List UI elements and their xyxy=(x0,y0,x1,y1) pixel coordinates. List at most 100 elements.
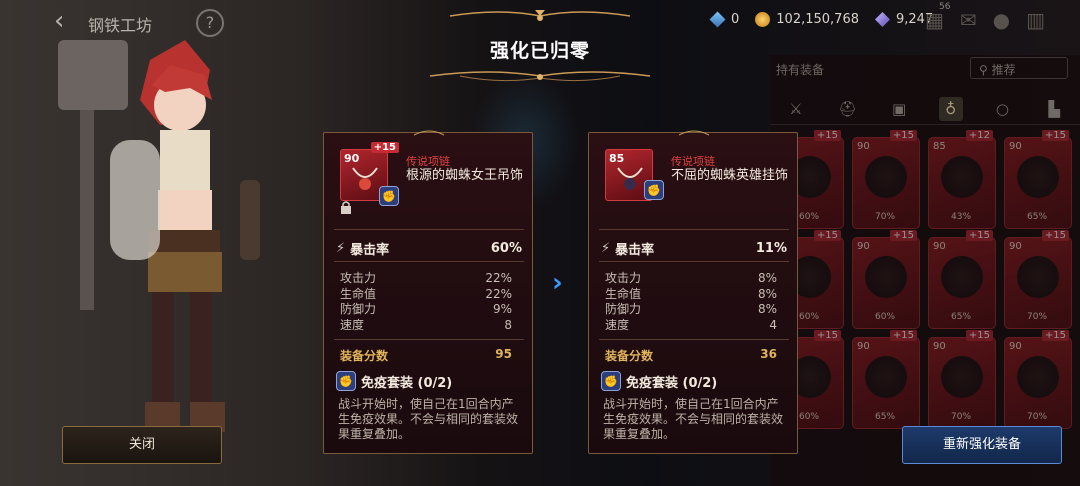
substat-value: 4 xyxy=(769,317,777,332)
substat-label: 生命值 xyxy=(340,286,377,301)
inventory-item-card[interactable]: 90 +15 70% xyxy=(852,130,920,229)
score-label: 装备分数 xyxy=(605,349,654,363)
set-effect: ✊ 免疫套装 (0/2) xyxy=(336,371,452,391)
panel-ornament xyxy=(414,130,444,136)
help-button[interactable]: ? xyxy=(196,9,224,37)
item-icon xyxy=(941,356,983,398)
set-effect: ✊ 免疫套装 (0/2) xyxy=(601,371,717,391)
mail-icon[interactable]: ✉ xyxy=(960,8,977,32)
boots-icon: ▙ xyxy=(1048,99,1060,118)
inventory-bag-icon[interactable]: ▦ 56 xyxy=(925,2,950,32)
title-ornament-bottom xyxy=(429,71,651,82)
substats-list: 攻击力 8% 生命值 8% 防御力 8% 速度 4 xyxy=(605,271,777,333)
tab-armor[interactable]: ▣ xyxy=(887,97,911,121)
enhance-badge: +15 xyxy=(889,330,917,341)
back-arrow-icon[interactable]: ‹ xyxy=(54,8,64,34)
page-title[interactable]: 钢铁工坊 xyxy=(88,12,152,36)
item-icon xyxy=(865,356,907,398)
filter-dropdown[interactable]: ⚲ 推荐 xyxy=(970,57,1068,79)
armor-icon: ▣ xyxy=(892,99,907,118)
enhance-badge: +15 xyxy=(1041,230,1069,241)
item-stat: 65% xyxy=(951,312,972,322)
inventory-item-card[interactable]: 90 +15 70% xyxy=(928,330,996,429)
tab-weapon[interactable]: ⚔ xyxy=(784,97,808,121)
set-description: 战斗开始时，使自己在1回合内产生免疫效果。不会与相同的套装效果重复叠加。 xyxy=(338,397,519,441)
substat-row: 攻击力 8% xyxy=(605,271,777,287)
inventory-item-card[interactable]: 90 +15 70% xyxy=(1004,230,1072,329)
substat-row: 生命值 8% xyxy=(605,287,777,303)
set-description: 战斗开始时，使自己在1回合内产生免疫效果。不会与相同的套装效果重复叠加。 xyxy=(603,397,784,441)
item-icon xyxy=(865,256,907,298)
necklace-icon xyxy=(617,167,643,190)
substat-value: 8% xyxy=(757,271,777,285)
ring-icon: ○ xyxy=(995,99,1009,118)
tab-helmet[interactable]: ⛑ xyxy=(835,97,859,121)
divider xyxy=(599,261,789,262)
main-stat: ⚡ 暴击率 11% xyxy=(601,239,787,258)
main-stat-value: 60% xyxy=(490,241,522,256)
crit-rate-icon: ⚡ xyxy=(601,241,611,256)
helmet-icon: ⛑ xyxy=(837,99,857,118)
item-level: 90 xyxy=(933,241,946,252)
divider xyxy=(334,261,524,262)
inventory-panel: 持有装备 ⚲ 推荐 ⚔ ⛑ ▣ ♁ ○ ▙ +15 60% 90 +15 70% 85 +1… xyxy=(770,55,1080,486)
item-level: 90 xyxy=(857,141,870,152)
chat-icon[interactable]: ● xyxy=(993,8,1010,32)
inventory-item-card[interactable]: 90 +15 65% xyxy=(928,230,996,329)
item-name: 根源的蜘蛛女王吊饰 xyxy=(406,168,524,183)
immunity-set-icon: ✊ xyxy=(379,186,399,206)
gem-count: 0 xyxy=(731,12,740,27)
inventory-item-card[interactable]: 90 +15 65% xyxy=(1004,130,1072,229)
score-value: 36 xyxy=(760,347,777,361)
substat-value: 8% xyxy=(757,302,777,316)
item-name: 不屈的蜘蛛英雄挂饰 xyxy=(671,168,789,183)
immunity-set-icon: ✊ xyxy=(601,371,621,391)
item-stat: 60% xyxy=(875,312,896,322)
substat-row: 攻击力 22% xyxy=(340,271,512,287)
item-stat: 65% xyxy=(1027,212,1048,222)
substat-label: 速度 xyxy=(605,317,630,332)
after-item-thumbnail: 85 ✊ xyxy=(605,149,664,201)
item-stat: 60% xyxy=(799,212,820,222)
item-level: 90 xyxy=(1009,141,1022,152)
substat-row: 防御力 8% xyxy=(605,302,777,318)
substat-row: 速度 4 xyxy=(605,318,777,334)
item-stat: 60% xyxy=(799,412,820,422)
inventory-item-card[interactable]: 85 +12 43% xyxy=(928,130,996,229)
after-item-panel: 85 ✊ 传说项链 不屈的蜘蛛英雄挂饰 ⚡ 暴击率 11% 攻击力 8% 生命值 8… xyxy=(588,130,798,454)
tab-ring[interactable]: ○ xyxy=(990,97,1014,121)
item-level: 90 xyxy=(1009,341,1022,352)
reforge-equipment-button[interactable]: 重新强化装备 xyxy=(902,426,1062,464)
sword-icon: ⚔ xyxy=(789,99,803,118)
before-item-thumbnail: 90 +15 ✊ xyxy=(340,142,399,214)
score-value: 95 xyxy=(495,347,512,361)
item-level: 90 xyxy=(933,341,946,352)
necklace-icon: ♁ xyxy=(945,99,957,118)
substat-value: 8% xyxy=(757,286,777,301)
menu-icon[interactable]: ▥ xyxy=(1026,8,1045,32)
item-level: 90 xyxy=(857,341,870,352)
inventory-item-card[interactable]: 90 +15 70% xyxy=(1004,330,1072,429)
item-rarity: 传说项链 xyxy=(671,155,715,168)
arrow-right-icon: › xyxy=(552,268,563,298)
inventory-item-card[interactable]: 90 +15 65% xyxy=(852,330,920,429)
substat-value: 22% xyxy=(485,286,512,301)
inventory-item-card[interactable]: 90 +15 60% xyxy=(852,230,920,329)
close-button[interactable]: 关闭 xyxy=(62,426,222,464)
item-icon xyxy=(941,156,983,198)
item-icon xyxy=(1017,356,1059,398)
enhance-badge: +15 xyxy=(965,330,993,341)
item-rarity: 传说项链 xyxy=(406,155,450,168)
set-name: 免疫套装 (0/2) xyxy=(361,375,453,391)
title-ornament-top xyxy=(449,10,631,21)
item-stat: 70% xyxy=(951,412,972,422)
tab-boots[interactable]: ▙ xyxy=(1042,97,1066,121)
divider xyxy=(599,339,789,340)
tab-necklace[interactable]: ♁ xyxy=(938,96,963,121)
substat-label: 攻击力 xyxy=(340,271,377,285)
enhance-badge: +15 xyxy=(965,230,993,241)
item-level: 90 xyxy=(857,241,870,252)
enhance-badge: +15 xyxy=(1041,330,1069,341)
gold-count: 102,150,768 xyxy=(776,12,859,27)
main-stat-label: 暴击率 xyxy=(350,243,390,258)
